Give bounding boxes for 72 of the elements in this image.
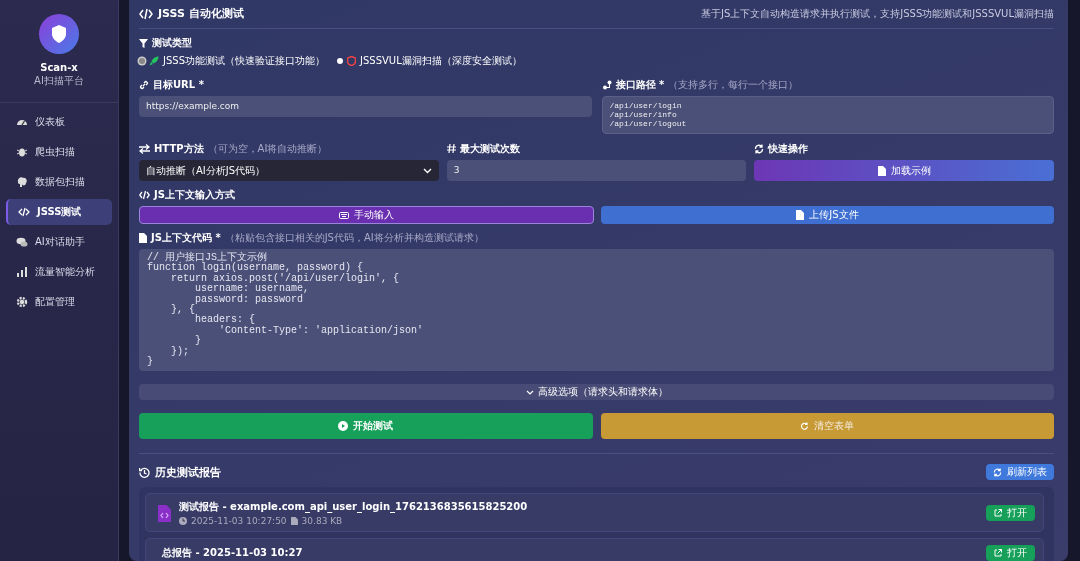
shield-logo-icon — [39, 14, 79, 54]
field-hint: （可为空，AI将自动推断） — [207, 142, 328, 156]
nav-item[interactable]: 仪表板 — [6, 109, 112, 135]
field-hint: （粘贴包含接口相关的JS代码，AI将分析并构造测试请求） — [224, 231, 484, 245]
brand-subtitle: AI扫描平台 — [34, 74, 84, 88]
field-hint: （支持多行，每行一个接口） — [668, 78, 799, 92]
radio-button[interactable] — [139, 58, 145, 64]
nav-item[interactable]: JSSS测试 — [6, 199, 112, 225]
file-icon — [139, 233, 147, 243]
nav-item[interactable]: AI对话助手 — [6, 229, 112, 255]
filter-icon — [139, 38, 148, 48]
field-label: 最大测试次数 — [459, 142, 520, 156]
clock-icon — [179, 517, 187, 525]
field-label: 测试类型 — [152, 36, 192, 50]
chevron-down-icon — [525, 389, 534, 395]
radio-option[interactable]: JSSS功能测试（快速验证接口功能） — [139, 54, 325, 68]
input-mode-button[interactable]: 手动输入 — [139, 206, 594, 224]
report-time: 2025-11-03 10:27:50 — [191, 516, 287, 526]
code-file-icon — [158, 504, 171, 522]
shield-icon — [347, 56, 356, 66]
method-select[interactable]: 自动推断（AI分析JS代码） — [139, 160, 439, 181]
route-icon — [601, 80, 612, 90]
file-icon — [877, 165, 886, 176]
nav-item[interactable]: 流量智能分析 — [6, 259, 112, 285]
external-link-icon — [994, 509, 1002, 517]
gear-icon — [16, 296, 28, 308]
page-title: JSSS 自动化测试 — [158, 6, 244, 21]
field-label: 快速操作 — [768, 142, 809, 156]
page-description: 基于JS上下文自动构造请求并执行测试，支持JSSS功能测试和JSSSVUL漏洞扫描 — [701, 6, 1054, 21]
hash-icon — [446, 143, 456, 155]
code-icon — [139, 7, 153, 20]
load-example-button[interactable]: 加载示例 — [754, 160, 1054, 181]
play-icon — [338, 421, 349, 431]
code-icon — [18, 206, 30, 218]
keyboard-icon — [339, 211, 349, 219]
url-input-field[interactable]: https://example.com — [139, 96, 592, 117]
refresh-list-button[interactable]: 刷新列表 — [986, 464, 1054, 480]
code-editor-field[interactable]: // 用户接口JS上下文示例 function login(username, password) { return axios.post('/api/user/login', { username: username, password: password }, { headers: { 'Content-Type': 'application/json' } }); } — [139, 249, 1054, 371]
bug-icon — [16, 146, 28, 158]
refresh-icon — [993, 467, 1002, 477]
exchange-icon — [139, 144, 150, 154]
input-mode-button[interactable]: 上传JS文件 — [601, 206, 1054, 224]
brain-icon — [16, 176, 28, 188]
history-icon — [139, 466, 150, 478]
nav-item[interactable]: 爬虫扫描 — [6, 139, 112, 165]
chevron-down-icon — [422, 167, 432, 174]
field-label: 接口路径 * — [615, 78, 665, 92]
refresh-icon — [754, 144, 765, 154]
chart-icon — [16, 266, 28, 278]
field-label: 目标URL * — [153, 78, 204, 92]
external-link-icon — [994, 549, 1002, 557]
link-icon — [139, 80, 149, 90]
field-label: HTTP方法 — [154, 142, 204, 156]
section-title: 历史测试报告 — [155, 464, 221, 480]
chat-icon — [16, 236, 28, 248]
max-tests-input-field[interactable]: 3 — [446, 160, 747, 181]
report-size: 30.83 KB — [301, 516, 343, 526]
field-label: JS上下文代码 * — [151, 231, 221, 245]
field-label: JS上下文输入方式 — [154, 188, 235, 202]
brand-name: Scan-x — [40, 62, 78, 73]
redo-icon — [800, 421, 810, 431]
radio-button[interactable] — [337, 58, 343, 64]
advanced-options-toggle[interactable]: 高级选项（请求头和请求体） — [139, 384, 1054, 400]
nav-item[interactable]: 配置管理 — [6, 289, 112, 315]
radio-option[interactable]: JSSSVUL漏洞扫描（深度安全测试） — [337, 54, 522, 68]
file-icon — [290, 517, 298, 525]
code-icon — [139, 190, 150, 200]
api-paths-field[interactable]: /api/user/login /api/user/info /api/user/logout — [601, 96, 1054, 134]
report-title: 测试报告 - example.com_api_user_login_1762136835615825200 — [179, 500, 529, 514]
report-title: 总报告 - 2025-11-03 10:27 — [162, 546, 304, 560]
file-icon — [796, 210, 805, 220]
nav-item[interactable]: 数据包扫描 — [6, 169, 112, 195]
